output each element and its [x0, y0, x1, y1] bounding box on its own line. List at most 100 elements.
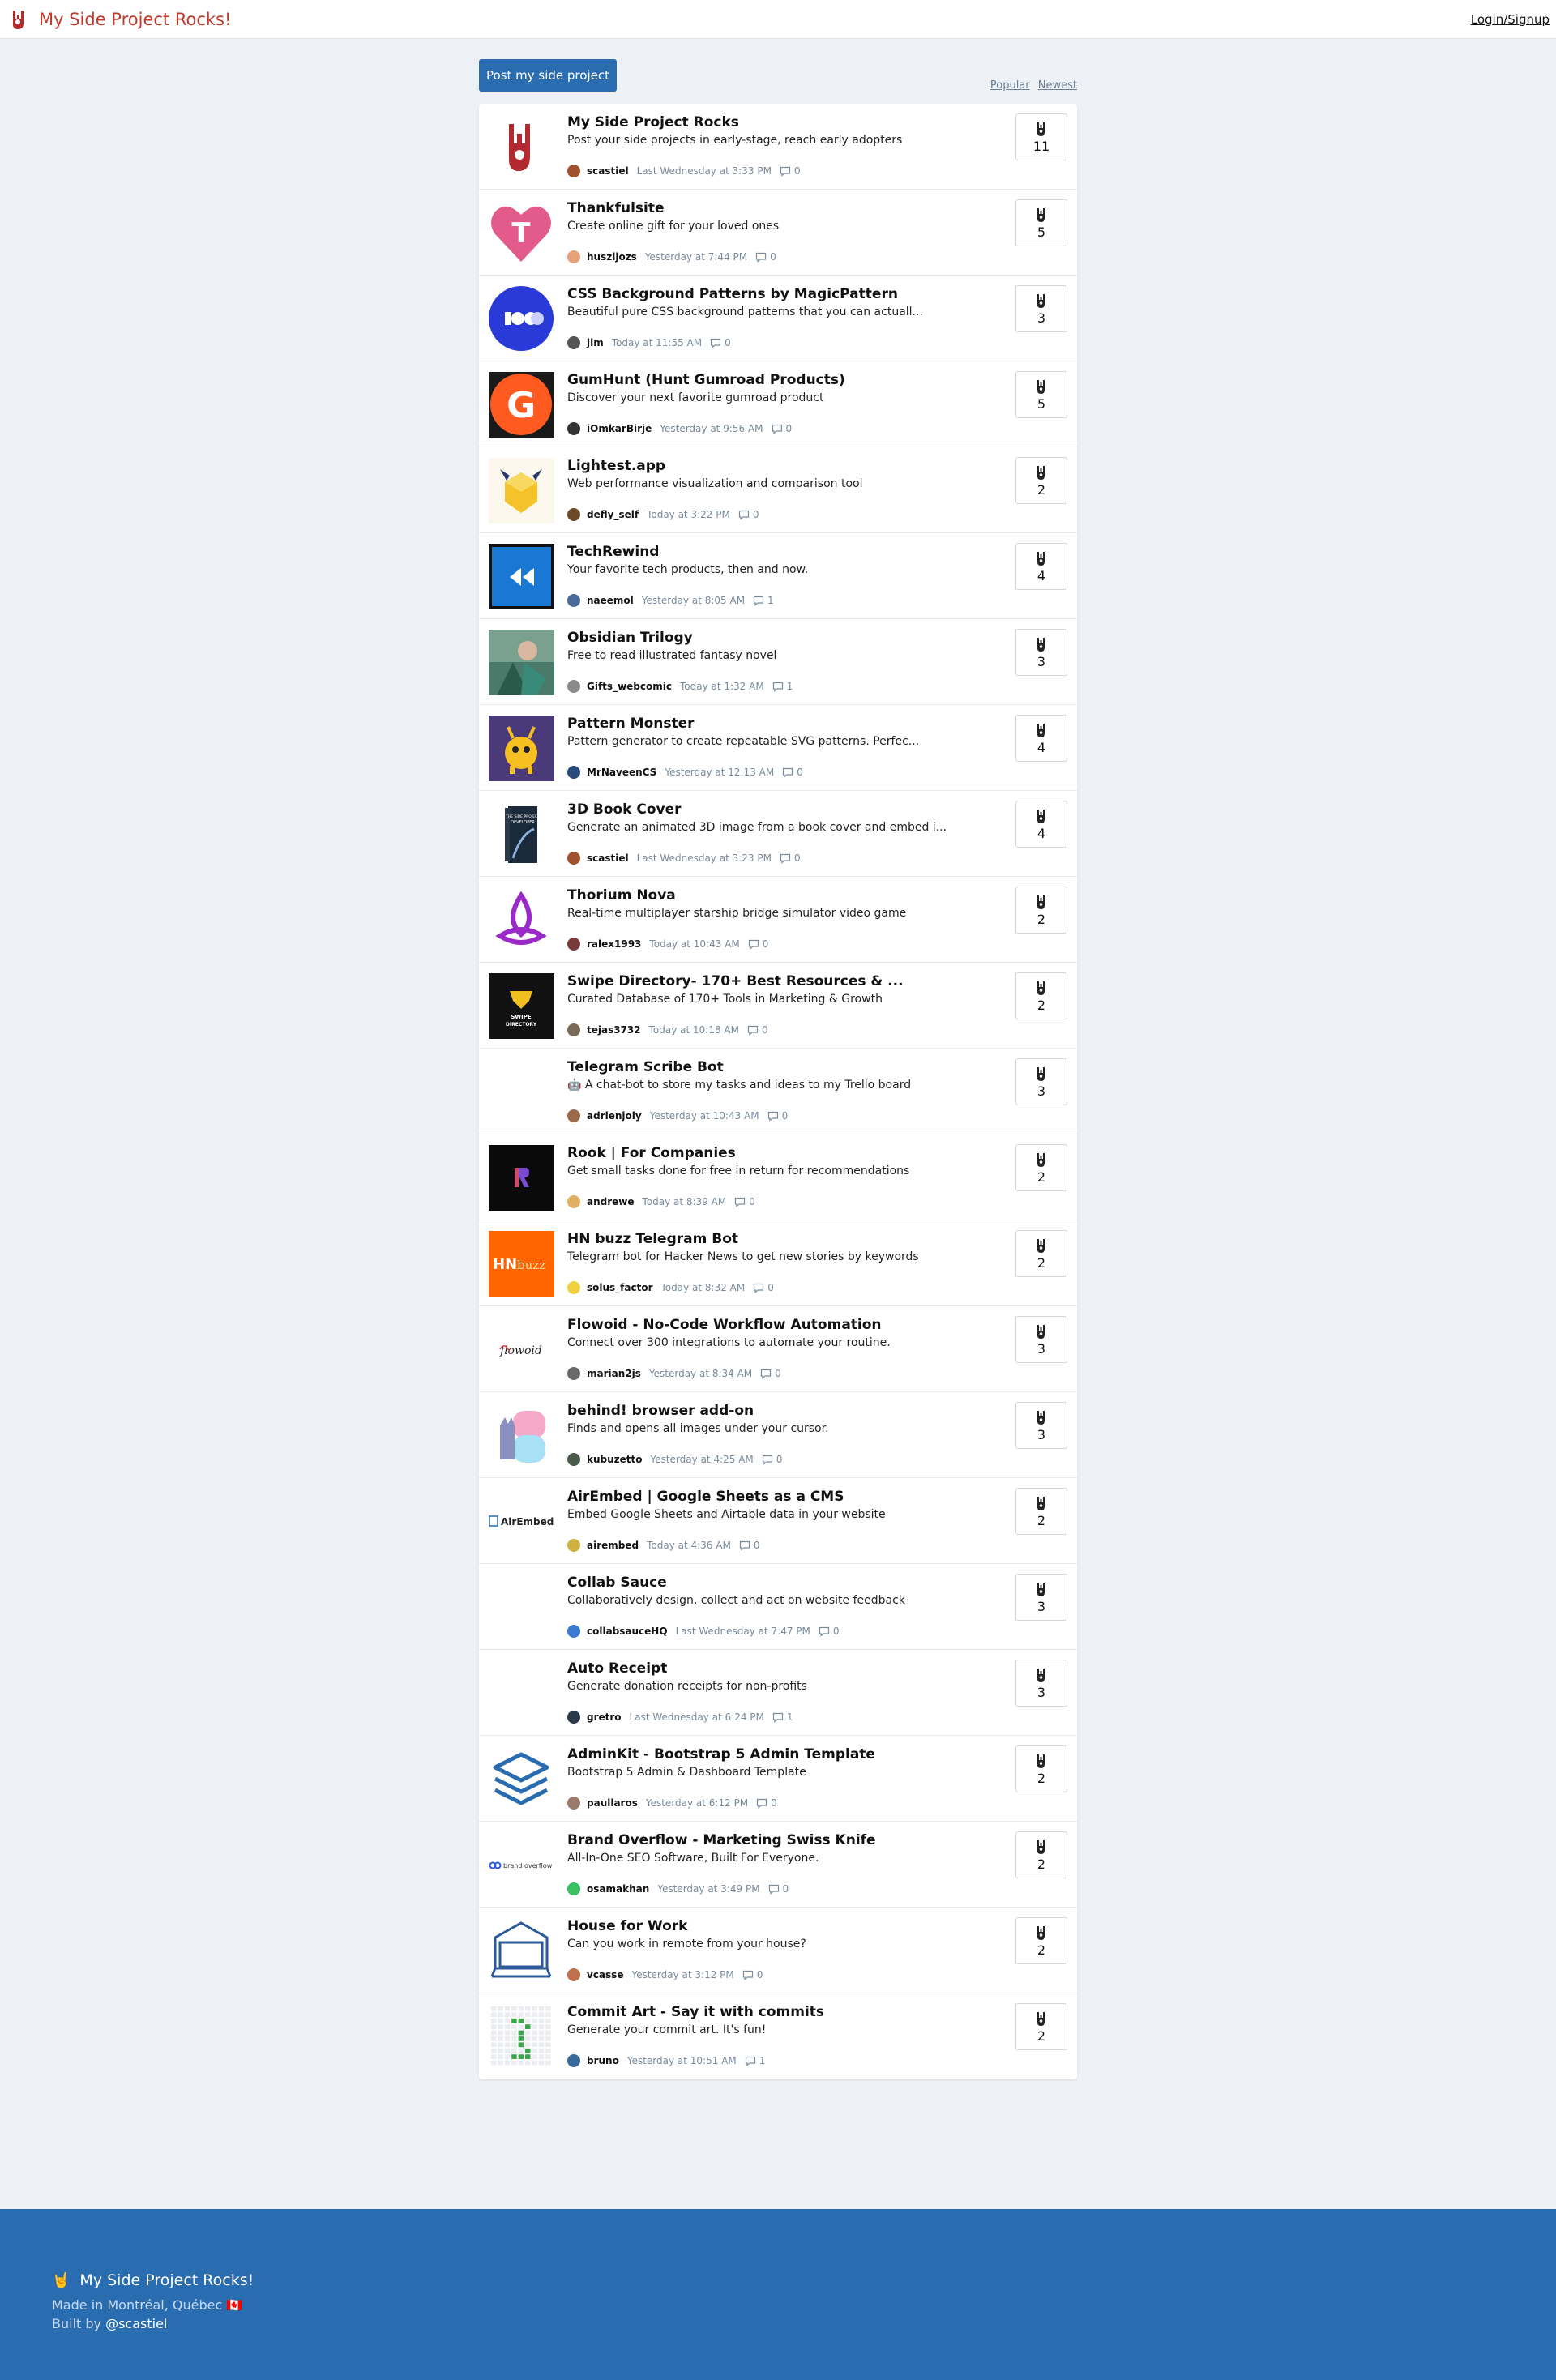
- author-name[interactable]: huszijozs: [587, 251, 637, 263]
- project-title[interactable]: Rook | For Companies: [567, 1145, 736, 1161]
- vote-button[interactable]: 3: [1015, 1402, 1067, 1449]
- comments-link[interactable]: 1: [753, 595, 774, 606]
- avatar[interactable]: [567, 766, 580, 779]
- project-item[interactable]: AirEmbed AirEmbed | Google Sheets as a CM…: [479, 1478, 1077, 1564]
- project-thumbnail[interactable]: HN buzz: [489, 1231, 554, 1297]
- project-thumbnail[interactable]: SWIPE DIRECTORY: [489, 973, 554, 1039]
- avatar[interactable]: [567, 1023, 580, 1036]
- vote-button[interactable]: 2: [1015, 1488, 1067, 1535]
- project-title[interactable]: behind! browser add-on: [567, 1403, 754, 1419]
- author-name[interactable]: kubuzetto: [587, 1454, 643, 1465]
- avatar[interactable]: [567, 680, 580, 693]
- project-thumbnail[interactable]: [489, 1403, 554, 1468]
- author-name[interactable]: collabsauceHQ: [587, 1626, 668, 1637]
- project-title[interactable]: House for Work: [567, 1918, 687, 1934]
- project-thumbnail[interactable]: AirEmbed: [489, 1489, 554, 1554]
- vote-button[interactable]: 2: [1015, 1745, 1067, 1792]
- project-item[interactable]: AdminKit - Bootstrap 5 Admin Template Boo…: [479, 1736, 1077, 1822]
- project-item[interactable]: Auto Receipt Generate donation receipts f…: [479, 1650, 1077, 1736]
- site-name-link[interactable]: My Side Project Rocks!: [39, 10, 231, 29]
- project-thumbnail[interactable]: [489, 544, 554, 609]
- comments-link[interactable]: 0: [819, 1626, 840, 1637]
- comments-link[interactable]: 0: [747, 1024, 768, 1036]
- project-item[interactable]: Pattern Monster Pattern generator to crea…: [479, 705, 1077, 791]
- comments-link[interactable]: 0: [753, 1282, 774, 1293]
- author-name[interactable]: naeemol: [587, 595, 634, 606]
- project-item[interactable]: behind! browser add-on Finds and opens al…: [479, 1392, 1077, 1478]
- project-thumbnail[interactable]: [489, 1575, 554, 1640]
- avatar[interactable]: [567, 594, 580, 607]
- project-title[interactable]: GumHunt (Hunt Gumroad Products): [567, 372, 845, 388]
- project-thumbnail[interactable]: [489, 1918, 554, 1984]
- project-title[interactable]: Flowoid - No-Code Workflow Automation: [567, 1317, 882, 1333]
- comments-link[interactable]: 0: [739, 1540, 759, 1551]
- project-thumbnail[interactable]: [489, 1660, 554, 1726]
- comments-link[interactable]: 0: [767, 1110, 788, 1122]
- comments-link[interactable]: 1: [745, 2055, 765, 2066]
- project-item[interactable]: Telegram Scribe Bot 🤖 A chat-bot to store…: [479, 1049, 1077, 1134]
- comments-link[interactable]: 0: [782, 767, 803, 778]
- project-thumbnail[interactable]: [489, 286, 554, 352]
- vote-button[interactable]: 3: [1015, 629, 1067, 676]
- comments-link[interactable]: 0: [734, 1196, 755, 1207]
- comments-link[interactable]: 0: [762, 1454, 782, 1465]
- vote-button[interactable]: 3: [1015, 1316, 1067, 1363]
- project-item[interactable]: THE SIDE PROJECT DEVELOPER 3D Book Cover Ge…: [479, 791, 1077, 877]
- author-name[interactable]: osamakhan: [587, 1883, 649, 1895]
- project-item[interactable]: House for Work Can you work in remote fro…: [479, 1908, 1077, 1993]
- author-name[interactable]: airembed: [587, 1540, 639, 1551]
- rock-hand-logo-icon[interactable]: [6, 7, 31, 32]
- project-title[interactable]: Pattern Monster: [567, 716, 695, 732]
- author-name[interactable]: defly_self: [587, 509, 639, 520]
- author-name[interactable]: jim: [587, 337, 604, 348]
- vote-button[interactable]: 4: [1015, 801, 1067, 848]
- project-item[interactable]: HN buzz HN buzz Telegram Bot Telegram bot f…: [479, 1220, 1077, 1306]
- login-signup-link[interactable]: Login/Signup: [1471, 12, 1550, 27]
- vote-button[interactable]: 2: [1015, 972, 1067, 1019]
- avatar[interactable]: [567, 1539, 580, 1552]
- project-title[interactable]: Collab Sauce: [567, 1575, 667, 1591]
- comments-link[interactable]: 0: [772, 423, 792, 434]
- author-name[interactable]: scastiel: [587, 852, 629, 864]
- project-thumbnail[interactable]: [489, 1059, 554, 1125]
- vote-button[interactable]: 2: [1015, 887, 1067, 934]
- project-thumbnail[interactable]: flowoid: [489, 1317, 554, 1382]
- comments-link[interactable]: 0: [780, 165, 801, 177]
- vote-button[interactable]: 4: [1015, 715, 1067, 762]
- comments-link[interactable]: 0: [755, 251, 776, 263]
- author-name[interactable]: marian2js: [587, 1368, 641, 1379]
- project-title[interactable]: HN buzz Telegram Bot: [567, 1231, 738, 1247]
- avatar[interactable]: [567, 508, 580, 521]
- vote-button[interactable]: 2: [1015, 1831, 1067, 1878]
- project-item[interactable]: SWIPE DIRECTORY Swipe Directory- 170+ Best…: [479, 963, 1077, 1049]
- avatar[interactable]: [567, 1625, 580, 1638]
- project-title[interactable]: CSS Background Patterns by MagicPattern: [567, 286, 898, 302]
- project-item[interactable]: Lightest.app Web performance visualizatio…: [479, 447, 1077, 533]
- project-title[interactable]: 3D Book Cover: [567, 801, 682, 818]
- vote-button[interactable]: 2: [1015, 457, 1067, 504]
- project-title[interactable]: My Side Project Rocks: [567, 114, 739, 130]
- project-title[interactable]: Auto Receipt: [567, 1660, 667, 1677]
- project-thumbnail[interactable]: [489, 2004, 554, 2070]
- post-project-button[interactable]: Post my side project: [479, 59, 617, 92]
- project-title[interactable]: Brand Overflow - Marketing Swiss Knife: [567, 1832, 876, 1848]
- comments-link[interactable]: 0: [748, 938, 768, 950]
- author-name[interactable]: ralex1993: [587, 938, 641, 950]
- avatar[interactable]: [567, 938, 580, 951]
- vote-button[interactable]: 11: [1015, 113, 1067, 160]
- project-title[interactable]: Obsidian Trilogy: [567, 630, 693, 646]
- project-thumbnail[interactable]: [489, 458, 554, 523]
- avatar[interactable]: [567, 1711, 580, 1724]
- author-name[interactable]: paullaros: [587, 1797, 638, 1809]
- avatar[interactable]: [567, 2054, 580, 2067]
- project-title[interactable]: Telegram Scribe Bot: [567, 1059, 724, 1075]
- avatar[interactable]: [567, 165, 580, 177]
- author-twitter-link[interactable]: @scastiel: [105, 2316, 167, 2331]
- project-thumbnail[interactable]: [489, 887, 554, 953]
- project-item[interactable]: Collab Sauce Collaboratively design, coll…: [479, 1564, 1077, 1650]
- project-title[interactable]: Lightest.app: [567, 458, 665, 474]
- avatar[interactable]: [567, 1797, 580, 1810]
- project-title[interactable]: Commit Art - Say it with commits: [567, 2004, 824, 2020]
- project-thumbnail[interactable]: [489, 716, 554, 781]
- comments-link[interactable]: 0: [780, 852, 801, 864]
